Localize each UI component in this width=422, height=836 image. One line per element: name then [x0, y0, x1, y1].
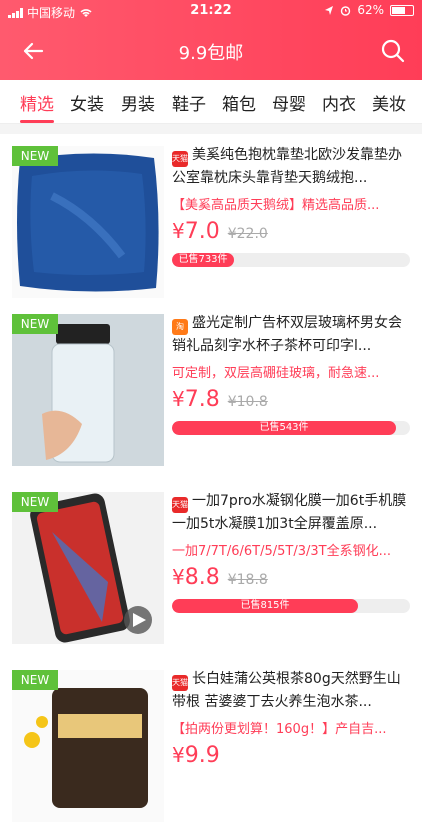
tab-men[interactable]: 男装	[121, 90, 155, 115]
original-price: ¥18.8	[227, 572, 268, 588]
currency-symbol: ¥	[172, 565, 185, 589]
page-title: 9.9包邮	[178, 43, 244, 64]
currency-symbol: ¥	[172, 387, 185, 411]
price-row: ¥7.0 ¥22.0	[172, 219, 410, 249]
nav-bar: 9.9包邮	[0, 22, 422, 80]
alarm-icon	[341, 5, 351, 16]
product-description: 一加7/7T/6/6T/5/5T/3/3T全系钢化...	[172, 544, 391, 559]
tmall-icon: 天猫	[172, 675, 188, 691]
product-image-glass-bottle	[12, 314, 164, 466]
currency-symbol: ¥	[172, 219, 185, 243]
sold-count: 已售733件	[178, 254, 228, 265]
current-price: 9.9	[184, 743, 220, 768]
tab-underwear[interactable]: 内衣	[322, 90, 356, 115]
tab-beauty[interactable]: 美妆	[372, 90, 406, 115]
app-header: 中国移动 21:22 62% 9.9包邮	[0, 0, 422, 80]
product-title: 天猫 美奚纯色抱枕靠垫北欧沙发靠垫办公室靠枕床头靠背垫天鹅绒抱...	[172, 147, 402, 186]
product-description: 【拍两份更划算！160g！】产自吉...	[172, 722, 387, 737]
product-description: 可定制，双层高硼硅玻璃，耐急速...	[172, 366, 380, 381]
tab-bags[interactable]: 箱包	[222, 90, 256, 115]
search-icon[interactable]	[380, 38, 406, 64]
sold-progress-bar: 已售733件	[172, 253, 410, 267]
product-title: 淘盛光定制广告杯双层玻璃杯男女会销礼品刻字水杯子茶杯可印字l...	[172, 315, 402, 354]
sold-count: 已售815件	[240, 600, 290, 611]
product-card[interactable]: NEW 淘盛光定制广告杯双层玻璃杯男女会销礼品刻字水杯子茶杯可印字l... 可定…	[0, 302, 422, 480]
original-price: ¥10.8	[227, 394, 268, 410]
category-tabs: 精选 女装 男装 鞋子 箱包 母婴 内衣 美妆	[0, 80, 422, 124]
current-price: 7.0	[184, 219, 220, 244]
taobao-icon: 淘	[172, 319, 188, 335]
price-row: ¥7.8 ¥10.8	[172, 387, 410, 417]
new-badge: NEW	[12, 146, 58, 166]
new-badge: NEW	[12, 314, 58, 334]
product-title: 天猫 长白娃蒲公英根茶80g天然野生山带根 苦婆婆丁去火养生泡水茶...	[172, 671, 401, 710]
new-badge: NEW	[12, 670, 58, 690]
tmall-icon: 天猫	[172, 497, 188, 513]
sold-progress-bar: 已售815件	[172, 599, 410, 613]
product-title: 天猫 一加7pro水凝钢化膜一加6t手机膜一加5t水凝膜1加3t全屏覆盖原...	[172, 493, 407, 532]
product-image-phone-film	[12, 492, 164, 644]
tab-shoes[interactable]: 鞋子	[172, 90, 206, 115]
current-price: 8.8	[184, 565, 220, 590]
tab-baby[interactable]: 母婴	[272, 90, 306, 115]
price-row: ¥8.8 ¥18.8	[172, 565, 410, 595]
status-bar: 中国移动 21:22 62%	[0, 0, 422, 22]
tab-women[interactable]: 女装	[70, 90, 104, 115]
product-image-dandelion-tea	[12, 670, 164, 822]
price-row: ¥9.9	[172, 743, 410, 773]
sold-count: 已售543件	[259, 422, 309, 433]
original-price: ¥22.0	[227, 226, 268, 242]
sold-progress-bar: 已售543件	[172, 421, 410, 435]
current-price: 7.8	[184, 387, 220, 412]
currency-symbol: ¥	[172, 743, 185, 767]
product-card[interactable]: NEW 天猫 美奚纯色抱枕靠垫北欧沙发靠垫办公室靠枕床头靠背垫天鹅绒抱... 【美…	[0, 134, 422, 312]
product-description: 【美奚高品质天鹅绒】精选高品质...	[172, 198, 380, 213]
location-icon	[325, 5, 334, 15]
battery-icon	[390, 4, 414, 16]
battery-percent: 62%	[357, 3, 384, 17]
product-image-pillow	[12, 146, 164, 298]
product-card[interactable]: NEW 天猫 一加7pro水凝钢化膜一加6t手机膜一加5t水凝膜1加3t全屏覆盖原…	[0, 480, 422, 658]
product-card[interactable]: NEW 天猫 长白娃蒲公英根茶80g天然野生山带根 苦婆婆丁去火养生泡水茶... …	[0, 658, 422, 836]
new-badge: NEW	[12, 492, 58, 512]
tmall-icon: 天猫	[172, 151, 188, 167]
tab-featured[interactable]: 精选	[20, 90, 54, 123]
